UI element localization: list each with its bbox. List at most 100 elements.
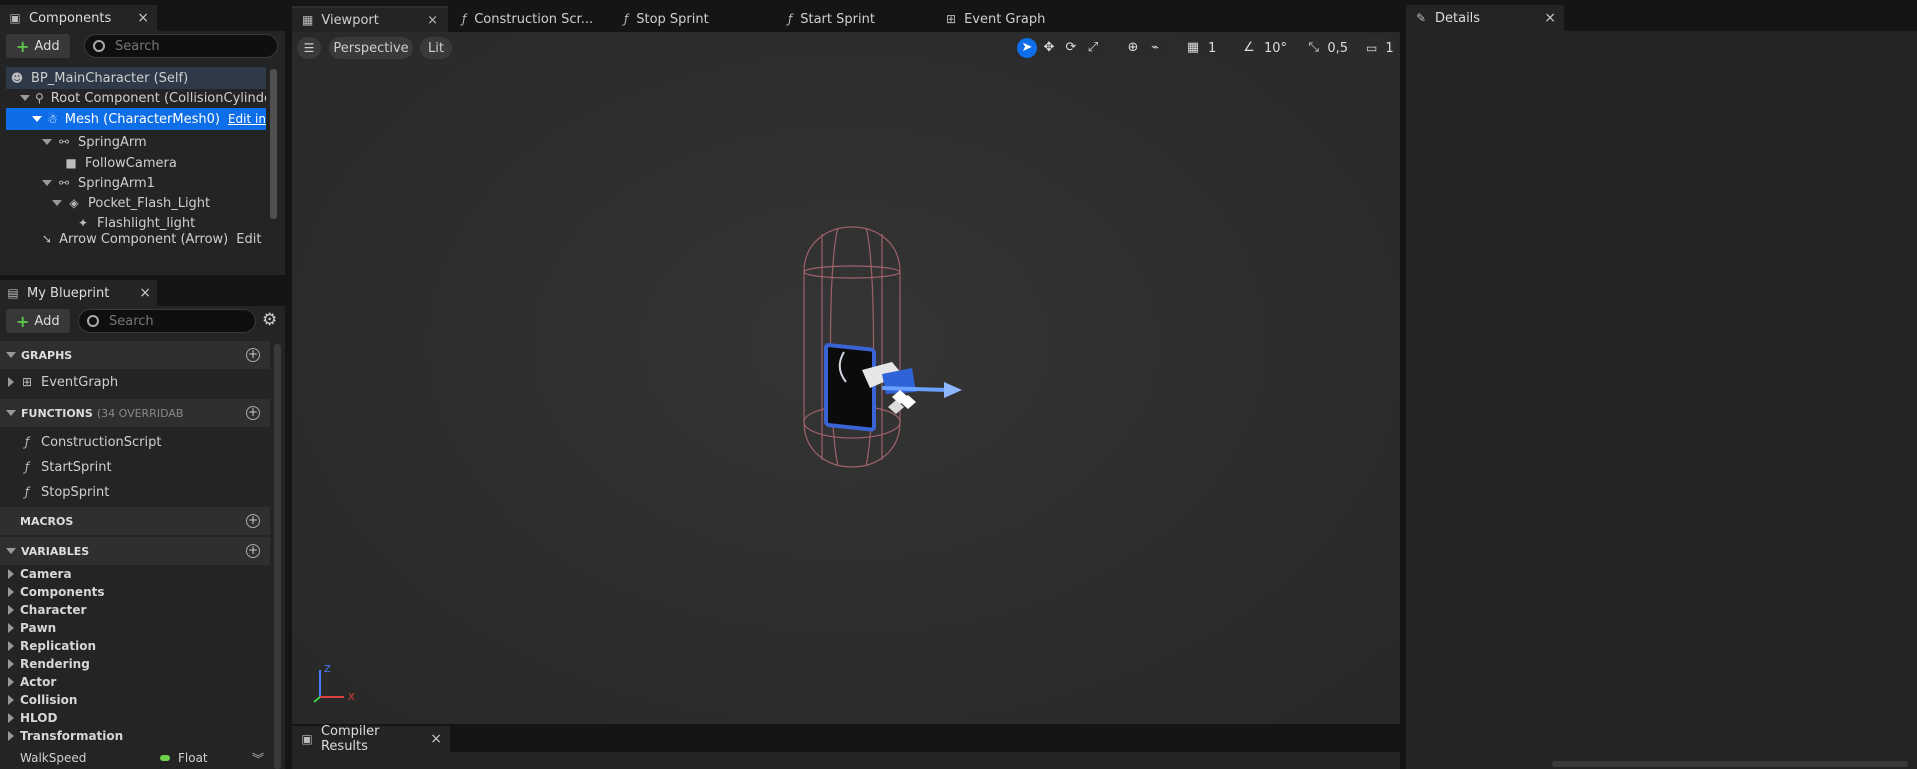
components-panel: + Add Search ☻ BP_MainCharacter (Self) ⚲… [0, 31, 285, 275]
gear-icon[interactable]: ⚙ [262, 310, 277, 330]
grid-icon[interactable]: ▦ [1183, 38, 1203, 58]
add-graph-icon[interactable]: + [246, 348, 260, 362]
chevron-right-icon[interactable] [8, 659, 14, 669]
chevron-down-icon[interactable] [52, 200, 62, 206]
close-icon[interactable]: × [137, 10, 149, 26]
tab-event-graph[interactable]: ⊞ Event Graph [936, 6, 1096, 32]
close-icon[interactable]: × [427, 13, 438, 28]
scale-icon[interactable]: ⤢ [1083, 38, 1103, 58]
var-category-transformation[interactable]: Transformation [0, 727, 270, 745]
rotate-icon[interactable]: ⟳ [1061, 38, 1081, 58]
edit-in-cpp-link[interactable]: Edit in C++ [228, 112, 266, 126]
world-icon[interactable]: ⊕ [1123, 38, 1143, 58]
tree-item-root-component[interactable]: ⚲ Root Component (CollisionCylinder) [6, 87, 266, 109]
perspective-button[interactable]: Perspective [329, 37, 413, 59]
chevron-down-icon[interactable] [6, 548, 16, 554]
camera-speed-icon[interactable]: ▭ [1366, 41, 1377, 55]
tree-item-self[interactable]: ☻ BP_MainCharacter (Self) [6, 67, 266, 89]
components-icon: ▣ [9, 11, 21, 25]
blueprint-scrollbar[interactable] [274, 344, 281, 769]
functions-section[interactable]: FUNCTIONS (34 OVERRIDAB + [0, 399, 270, 427]
chevron-right-icon[interactable] [8, 677, 14, 687]
chevron-down-icon[interactable] [32, 116, 42, 122]
tree-item-followcamera[interactable]: ■ FollowCamera [6, 152, 266, 174]
var-category-hlod[interactable]: HLOD [0, 709, 270, 727]
var-category-components[interactable]: Components [0, 583, 270, 601]
var-category-pawn[interactable]: Pawn [0, 619, 270, 637]
chevron-right-icon[interactable] [8, 605, 14, 615]
move-icon[interactable]: ✥ [1039, 38, 1059, 58]
chevron-right-icon[interactable] [8, 641, 14, 651]
var-category-collision[interactable]: Collision [0, 691, 270, 709]
chevron-down-icon[interactable] [42, 180, 52, 186]
function-icon: ƒ [24, 435, 30, 449]
var-category-replication[interactable]: Replication [0, 637, 270, 655]
chevron-right-icon[interactable] [8, 713, 14, 723]
chevron-down-icon[interactable] [6, 410, 16, 416]
capsule-icon: ⚲ [35, 91, 44, 105]
tree-item-springarm[interactable]: ⚯ SpringArm [6, 131, 266, 153]
graphs-section[interactable]: GRAPHS + [0, 341, 270, 369]
components-add-button[interactable]: + Add [6, 34, 70, 58]
scale-snap-value[interactable]: 0,5 [1327, 41, 1348, 56]
chevron-down-icon[interactable] [20, 95, 30, 101]
angle-snap-value[interactable]: 10° [1264, 41, 1287, 56]
function-item-startsprint[interactable]: ƒ StartSprint [0, 455, 270, 479]
chevron-right-icon[interactable] [8, 695, 14, 705]
function-item-stopsprint[interactable]: ƒ StopSprint [0, 480, 270, 504]
details-scrollbar[interactable] [1552, 761, 1908, 767]
chevron-right-icon[interactable] [8, 377, 14, 387]
grid-snap-toolbar: ▦ 1 [1178, 37, 1230, 59]
compiler-results-tab[interactable]: ▣ Compiler Results × [292, 724, 450, 754]
add-function-icon[interactable]: + [246, 406, 260, 420]
add-macro-icon[interactable]: + [246, 514, 260, 528]
character-preview[interactable] [752, 222, 992, 472]
tree-item-pocket-flash-light[interactable]: ◈ Pocket_Flash_Light [6, 192, 266, 214]
chevron-down-icon[interactable] [6, 352, 16, 358]
details-tab[interactable]: ✎ Details × [1406, 5, 1564, 31]
macros-section[interactable]: MACROS + [0, 507, 270, 535]
tab-viewport[interactable]: ▦ Viewport × [292, 6, 448, 32]
blueprint-search-input[interactable]: Search [78, 309, 256, 333]
close-icon[interactable]: × [139, 285, 151, 301]
components-search-input[interactable]: Search [84, 34, 278, 58]
tab-start-sprint[interactable]: ƒ Start Sprint [778, 6, 938, 32]
select-icon[interactable]: ➤ [1017, 38, 1037, 58]
chevron-down-icon[interactable]: ︾ [252, 750, 264, 767]
grid-snap-value[interactable]: 1 [1208, 41, 1216, 56]
camera-speed-value[interactable]: 1 [1385, 41, 1393, 56]
blueprint-add-button[interactable]: + Add [6, 309, 70, 333]
close-icon[interactable]: × [430, 731, 442, 747]
tree-item-flashlight-light[interactable]: ✦ Flashlight_light [6, 212, 266, 234]
tree-item-arrow-component[interactable]: ➘ Arrow Component (Arrow) Edit in C++ [6, 232, 266, 246]
my-blueprint-tab[interactable]: ▤ My Blueprint × [0, 280, 157, 306]
scale-snap-icon[interactable]: ⤡ [1305, 38, 1322, 58]
chevron-right-icon[interactable] [8, 731, 14, 741]
angle-icon[interactable]: ∠ [1239, 38, 1259, 58]
tree-item-springarm1[interactable]: ⚯ SpringArm1 [6, 172, 266, 194]
chevron-down-icon[interactable] [42, 139, 52, 145]
var-category-character[interactable]: Character [0, 601, 270, 619]
components-tab[interactable]: ▣ Components × [0, 5, 157, 31]
chevron-right-icon[interactable] [8, 587, 14, 597]
function-item-constructionscript[interactable]: ƒ ConstructionScript [0, 430, 270, 454]
viewport-icon: ▦ [302, 13, 314, 27]
tree-item-mesh[interactable]: ☃ Mesh (CharacterMesh0) Edit in C++ [6, 108, 266, 130]
var-category-rendering[interactable]: Rendering [0, 655, 270, 673]
lit-button[interactable]: Lit [420, 37, 452, 59]
chevron-right-icon[interactable] [8, 569, 14, 579]
var-category-camera[interactable]: Camera [0, 565, 270, 583]
viewport-menu-button[interactable]: ☰ [297, 37, 321, 59]
variables-section[interactable]: VARIABLES + [0, 537, 270, 565]
variable-walkspeed[interactable]: WalkSpeed Float ︾ [0, 746, 270, 769]
tab-stop-sprint[interactable]: ƒ Stop Sprint [614, 6, 774, 32]
surface-snap-icon[interactable]: ⌁ [1145, 38, 1165, 58]
add-variable-icon[interactable]: + [246, 544, 260, 558]
tab-construction-script[interactable]: ƒ Construction Scr... [452, 6, 612, 32]
viewport[interactable]: ☰ Perspective Lit ➤ ✥ ⟳ ⤢ ⊕ ⌁ ▦ 1 ∠ 10° … [292, 32, 1400, 724]
graph-item-eventgraph[interactable]: ⊞ EventGraph [0, 370, 270, 394]
close-icon[interactable]: × [1544, 10, 1556, 26]
components-scrollbar[interactable] [270, 69, 277, 219]
chevron-right-icon[interactable] [8, 623, 14, 633]
var-category-actor[interactable]: Actor [0, 673, 270, 691]
